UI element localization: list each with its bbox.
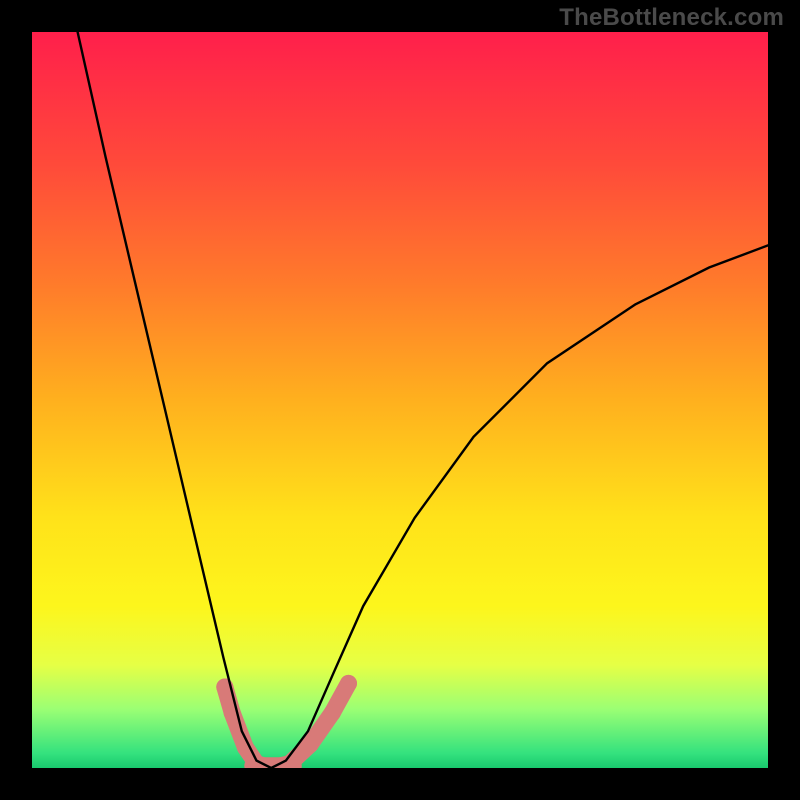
highlight-band — [216, 675, 357, 768]
highlight-dot — [237, 739, 254, 756]
highlight-dot — [302, 736, 319, 753]
curve-layer — [32, 32, 768, 768]
highlight-dot — [340, 675, 357, 692]
chart-frame: TheBottleneck.com — [0, 0, 800, 800]
highlight-dot — [324, 704, 341, 721]
watermark-text: TheBottleneck.com — [559, 4, 784, 32]
plot-area — [32, 32, 768, 768]
bottleneck-curve — [78, 32, 768, 768]
